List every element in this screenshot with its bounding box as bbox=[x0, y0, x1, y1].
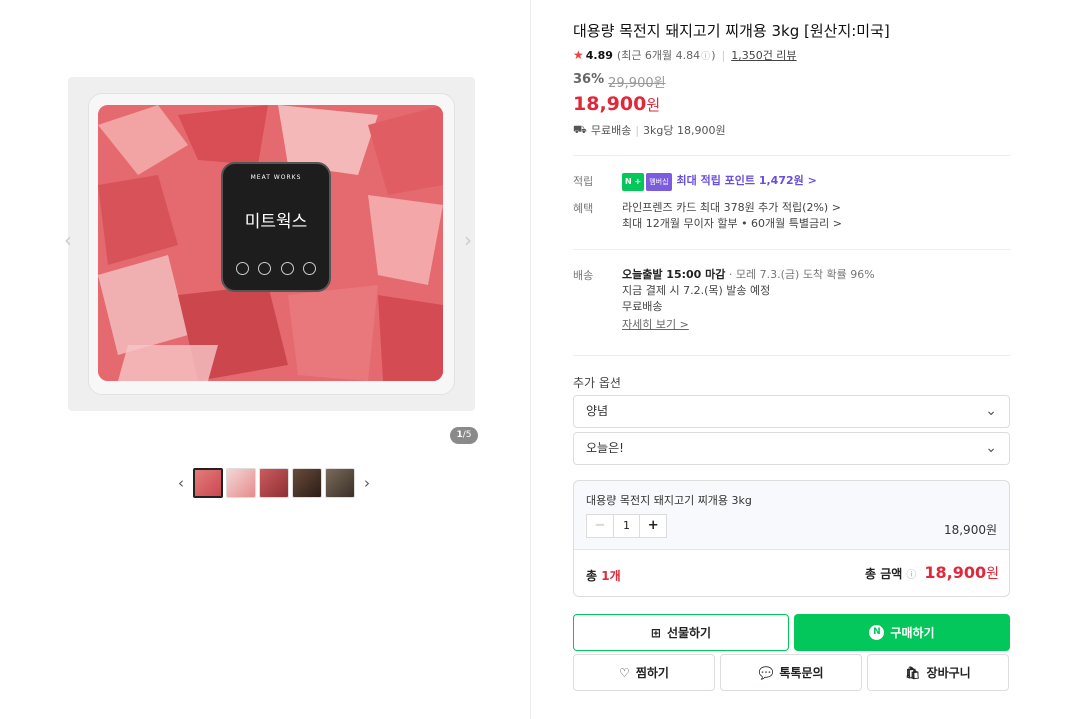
thumb-prev-icon[interactable]: ‹ bbox=[172, 474, 190, 492]
option-select-2-value: 오늘은! bbox=[586, 441, 624, 455]
wish-button[interactable]: ♡ 찜하기 bbox=[573, 654, 715, 691]
truck-icon: ⛟ bbox=[573, 122, 587, 136]
image-counter: 1/5 bbox=[450, 427, 478, 444]
cart-icon: 🛍 bbox=[905, 665, 921, 680]
star-icon: ★ bbox=[573, 48, 584, 62]
talk-button[interactable]: 💬 톡톡문의 bbox=[720, 654, 862, 691]
heart-icon: ♡ bbox=[619, 665, 630, 680]
chevron-right-icon[interactable]: › bbox=[464, 228, 472, 252]
review-count-link[interactable]: 1,350건 리뷰 bbox=[731, 47, 796, 63]
selected-item-box: 대용량 목전지 돼지고기 찌개용 3kg − 1 + 18,900원 총 1개 … bbox=[573, 480, 1010, 597]
today-shipping: 오늘출발 15:00 마감 bbox=[622, 268, 726, 281]
info-icon[interactable]: ⓘ bbox=[701, 49, 710, 62]
points-row: 적립 N + 멤버십 최대 적립 포인트 1,472원 > bbox=[573, 173, 817, 191]
chevron-left-icon[interactable]: ‹ bbox=[64, 228, 72, 252]
minus-button[interactable]: − bbox=[587, 515, 613, 537]
option-select-1[interactable]: 양념 ⌄ bbox=[573, 395, 1010, 428]
discount-rate: 36% bbox=[573, 72, 605, 87]
benefit-installment-link[interactable]: 최대 12개월 무이자 할부 • 60개월 특별금리 > bbox=[622, 216, 842, 232]
wish-button-label: 찜하기 bbox=[635, 666, 669, 680]
npay-icon: N bbox=[869, 625, 885, 640]
unit-price: 3kg당 18,900원 bbox=[643, 124, 726, 137]
benefit-key: 혜택 bbox=[573, 202, 594, 215]
divider bbox=[573, 249, 1010, 250]
total-bar: 총 1개 총 금액 ⓘ 18,900원 bbox=[574, 549, 1009, 596]
thumbnail-3[interactable] bbox=[259, 468, 289, 498]
total-amount: 총 금액 ⓘ 18,900원 bbox=[865, 563, 999, 583]
gift-button[interactable]: ⊞ 선물하기 bbox=[573, 614, 789, 651]
label-brand-small: MEAT WORKS bbox=[250, 174, 302, 181]
selected-item-name: 대용량 목전지 돼지고기 찌개용 3kg bbox=[586, 494, 752, 507]
rating-row: ★ 4.89 (최근 6개월 4.84 ⓘ ) | 1,350건 리뷰 bbox=[573, 47, 797, 63]
cart-button-label: 장바구니 bbox=[926, 666, 971, 680]
pay-now-info: 지금 결제 시 7.2.(목) 발송 예정 bbox=[622, 284, 771, 297]
option-select-2[interactable]: 오늘은! ⌄ bbox=[573, 432, 1010, 465]
benefit-card-link[interactable]: 라인프렌즈 카드 최대 378원 추가 적립(2%) > bbox=[622, 200, 842, 216]
npay-badge: N + bbox=[622, 173, 645, 191]
options-title: 추가 옵션 bbox=[573, 376, 621, 390]
divider bbox=[573, 355, 1010, 356]
benefit-row: 혜택 라인프렌즈 카드 최대 378원 추가 적립(2%) > 최대 12개월 … bbox=[573, 200, 842, 232]
chevron-down-icon: ⌄ bbox=[985, 403, 997, 419]
thumbnail-2[interactable] bbox=[226, 468, 256, 498]
cart-button[interactable]: 🛍 장바구니 bbox=[867, 654, 1009, 691]
total-amount-label: 총 금액 bbox=[865, 566, 903, 581]
thumbnail-4[interactable] bbox=[292, 468, 322, 498]
quantity-input[interactable]: 1 bbox=[612, 515, 641, 537]
buy-button-label: 구매하기 bbox=[890, 626, 935, 640]
thumbnail-strip: ‹ › bbox=[172, 468, 376, 498]
main-product-image[interactable]: MEAT WORKS 미트웍스 bbox=[68, 77, 475, 411]
product-title: 대용량 목전지 돼지고기 찌개용 3kg [원산지:미국] bbox=[573, 22, 890, 40]
label-icons bbox=[223, 262, 329, 275]
discount-row: 36% 29,900원 bbox=[573, 72, 666, 91]
chat-icon: 💬 bbox=[758, 665, 774, 680]
gift-icon: ⊞ bbox=[650, 625, 661, 640]
option-select-1-value: 양념 bbox=[586, 404, 609, 418]
talk-button-label: 톡톡문의 bbox=[779, 666, 824, 680]
thumbnail-1[interactable] bbox=[193, 468, 223, 498]
plus-button[interactable]: + bbox=[640, 515, 666, 537]
membership-badge: 멤버십 bbox=[646, 173, 672, 191]
shipping-text: 무료배송 bbox=[590, 124, 632, 137]
details-link[interactable]: 자세히 보기 > bbox=[622, 318, 689, 331]
info-icon[interactable]: ⓘ bbox=[906, 566, 916, 581]
total-price: 18,900원 bbox=[924, 563, 999, 582]
rating-recent-end: ) bbox=[711, 48, 716, 62]
original-price: 29,900원 bbox=[608, 76, 666, 91]
delivery-key: 배송 bbox=[573, 269, 594, 282]
buy-button[interactable]: N 구매하기 bbox=[794, 614, 1010, 651]
divider bbox=[573, 155, 1010, 156]
delivery-row: 배송 오늘출발 15:00 마감 · 모레 7.3.(금) 도착 확률 96% … bbox=[573, 267, 875, 333]
rating-recent: (최근 6개월 4.84 bbox=[616, 49, 701, 62]
divider: | bbox=[721, 48, 726, 62]
free-shipping: 무료배송 bbox=[622, 300, 663, 313]
gift-button-label: 선물하기 bbox=[666, 626, 712, 640]
shipping-row: ⛟ 무료배송 | 3kg당 18,900원 bbox=[573, 122, 726, 138]
rating-score: 4.89 bbox=[585, 48, 613, 62]
delivery-eta: · 모레 7.3.(금) 도착 확률 96% bbox=[728, 268, 875, 281]
thumbnail-5[interactable] bbox=[325, 468, 355, 498]
total-count: 총 1개 bbox=[586, 569, 621, 583]
points-link[interactable]: 최대 적립 포인트 1,472원 > bbox=[677, 174, 817, 187]
selected-item-price: 18,900원 bbox=[943, 523, 997, 537]
quantity-stepper: − 1 + bbox=[586, 514, 667, 538]
points-key: 적립 bbox=[573, 175, 594, 188]
thumb-next-icon[interactable]: › bbox=[358, 474, 376, 492]
brand-label: MEAT WORKS 미트웍스 bbox=[221, 162, 331, 292]
chevron-down-icon: ⌄ bbox=[985, 440, 997, 456]
sale-price: 18,900원 bbox=[573, 93, 661, 115]
label-brand-name: 미트웍스 bbox=[244, 212, 308, 232]
product-gallery: MEAT WORKS 미트웍스 ‹ › 1/5 ‹ › bbox=[0, 0, 531, 719]
